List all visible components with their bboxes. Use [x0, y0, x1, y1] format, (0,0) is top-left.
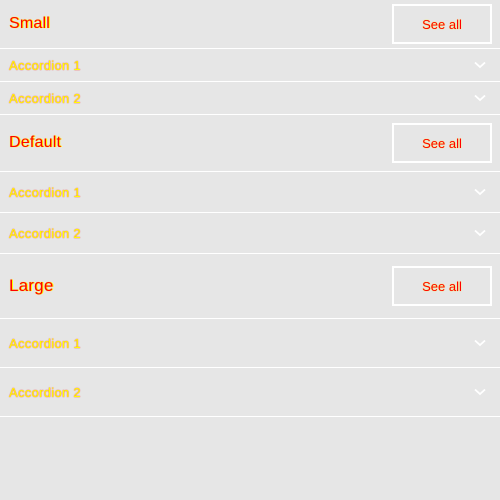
accordion-item[interactable]: Accordion 1: [0, 319, 500, 368]
chevron-down-icon: [473, 187, 487, 197]
accordion-item[interactable]: Accordion 2: [0, 213, 500, 254]
section-header: Small See all: [0, 0, 500, 49]
accordion-label: Accordion 2: [9, 384, 81, 400]
section-header: Large See all: [0, 254, 500, 319]
section-large: Large See all Accordion 1 Accordion 2: [0, 254, 500, 417]
accordion-demo-page: Small See all Accordion 1 Accordion 2 De…: [0, 0, 500, 417]
chevron-down-icon: [473, 387, 487, 397]
chevron-down-icon: [473, 60, 487, 70]
section-default: Default See all Accordion 1 Accordion 2: [0, 115, 500, 254]
accordion-label: Accordion 1: [9, 335, 81, 351]
accordion-label: Accordion 2: [9, 90, 81, 106]
see-all-button[interactable]: See all: [392, 266, 492, 306]
section-header: Default See all: [0, 115, 500, 172]
section-title: Small: [9, 15, 51, 32]
accordion-item[interactable]: Accordion 1: [0, 172, 500, 213]
chevron-down-icon: [473, 338, 487, 348]
see-all-button[interactable]: See all: [392, 4, 492, 44]
section-small: Small See all Accordion 1 Accordion 2: [0, 0, 500, 115]
accordion-label: Accordion 1: [9, 57, 81, 73]
accordion-label: Accordion 2: [9, 225, 81, 241]
accordion-item[interactable]: Accordion 1: [0, 49, 500, 82]
section-title: Default: [9, 134, 62, 151]
section-title: Large: [9, 276, 54, 295]
chevron-down-icon: [473, 228, 487, 238]
chevron-down-icon: [473, 93, 487, 103]
accordion-label: Accordion 1: [9, 184, 81, 200]
see-all-button[interactable]: See all: [392, 123, 492, 163]
accordion-item[interactable]: Accordion 2: [0, 368, 500, 417]
accordion-item[interactable]: Accordion 2: [0, 82, 500, 115]
